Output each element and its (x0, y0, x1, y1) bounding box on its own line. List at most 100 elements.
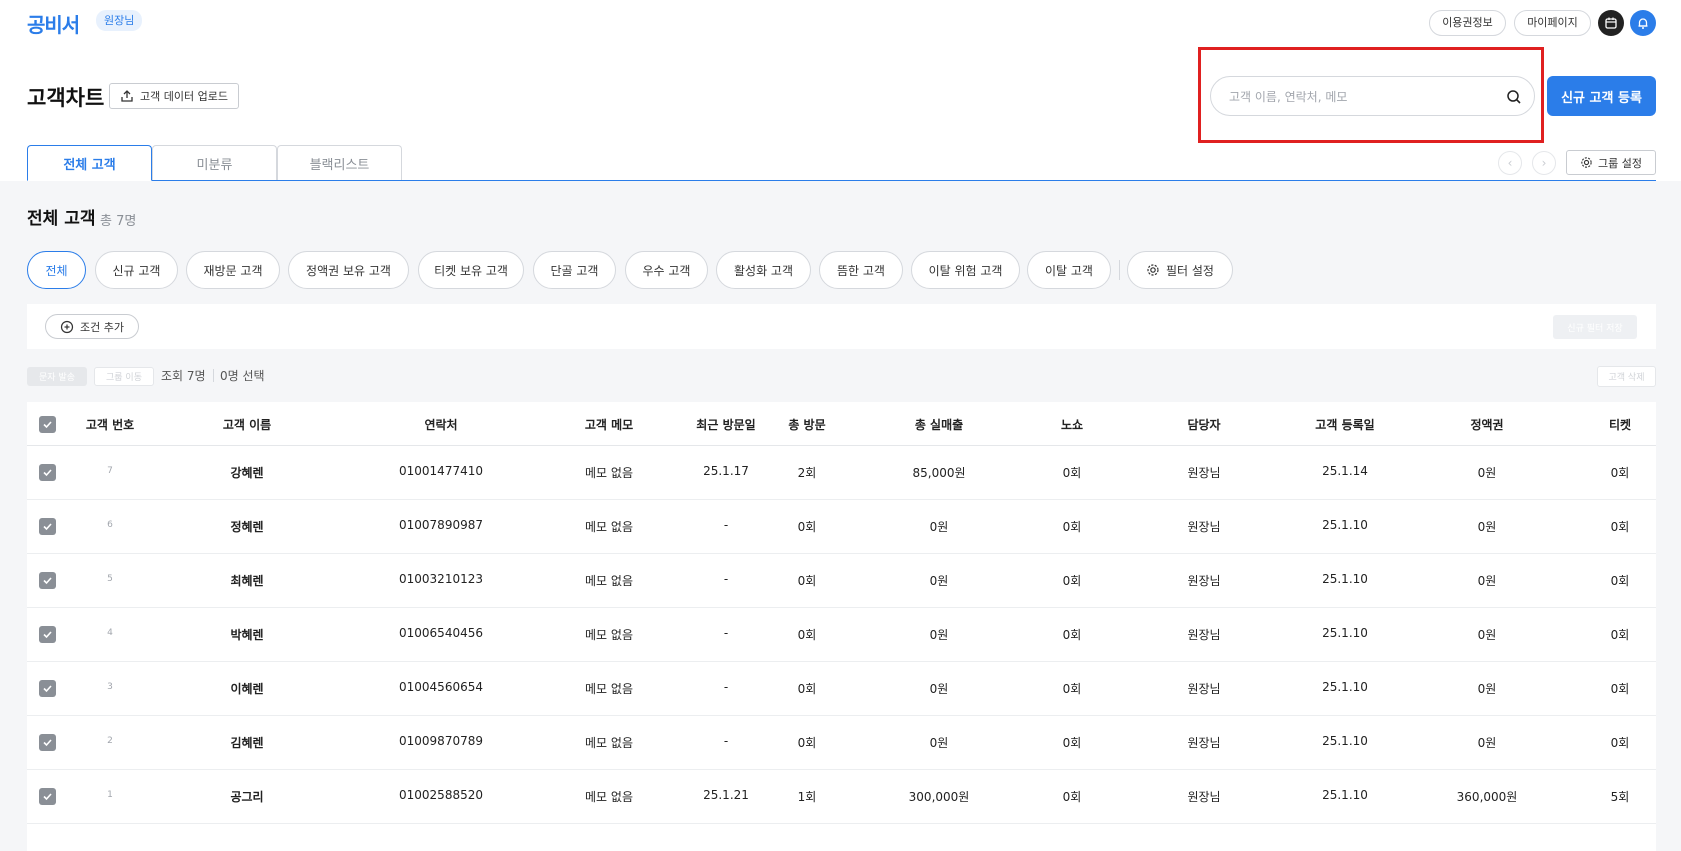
save-filter-button[interactable]: 신규 필터 저장 (1553, 315, 1637, 339)
upload-customer-data-button[interactable]: 고객 데이터 업로드 (109, 83, 239, 109)
chevron-right-icon[interactable]: › (1532, 151, 1556, 175)
row-checkbox[interactable] (39, 626, 56, 643)
app-logo[interactable]: 공비서 (27, 9, 80, 38)
cell-total-sales: 0원 (929, 628, 949, 642)
column-header-registered-date[interactable]: 고객 등록일 (1315, 416, 1374, 433)
column-header-total-sales[interactable]: 총 실매출 (915, 416, 963, 433)
column-header-last-visit[interactable]: 최근 방문일 (696, 416, 755, 433)
column-header-staff[interactable]: 담당자 (1187, 416, 1220, 433)
row-checkbox[interactable] (39, 734, 56, 751)
chevron-left-icon[interactable]: ‹ (1498, 151, 1522, 175)
cell-customer-number: 1 (107, 790, 113, 800)
cell-customer-number: 5 (107, 574, 113, 584)
cell-staff: 원장님 (1187, 574, 1221, 588)
column-header-total-visits[interactable]: 총 방문 (788, 416, 825, 433)
role-badge: 원장님 (96, 10, 143, 31)
table-row[interactable]: 6 정혜렌 01007890987 메모 없음 - 0회 0원 0회 원장님 2… (27, 500, 1656, 554)
cell-contact: 01004560654 (399, 680, 483, 694)
cell-registered-date: 25.1.10 (1322, 518, 1368, 532)
row-checkbox[interactable] (39, 680, 56, 697)
search-input[interactable] (1229, 87, 1499, 107)
cell-customer-name[interactable]: 강혜렌 (230, 464, 263, 481)
cell-customer-name[interactable]: 김혜렌 (230, 734, 263, 751)
tab-all-customers[interactable]: 전체 고객 (27, 145, 152, 181)
filter-chip-new[interactable]: 신규 고객 (95, 251, 178, 289)
move-group-button[interactable]: 그룹 이동 (94, 367, 154, 386)
cell-ticket: 0회 (1610, 628, 1630, 642)
cell-staff: 원장님 (1187, 520, 1221, 534)
add-condition-button[interactable]: 조건 추가 (45, 314, 139, 339)
filter-chip-regular[interactable]: 단골 고객 (533, 251, 616, 289)
column-header-customer-name[interactable]: 고객 이름 (223, 416, 271, 433)
tab-blacklist[interactable]: 블랙리스트 (277, 145, 402, 181)
column-header-ticket[interactable]: 티켓 (1609, 416, 1631, 433)
table-row[interactable]: 7 강혜렌 01001477410 메모 없음 25.1.17 2회 85,00… (27, 446, 1656, 500)
row-checkbox[interactable] (39, 464, 56, 481)
cell-customer-number: 7 (107, 466, 113, 476)
cell-total-sales: 0원 (929, 736, 949, 750)
row-checkbox[interactable] (39, 518, 56, 535)
check-icon (43, 421, 52, 429)
cell-staff: 원장님 (1187, 682, 1221, 696)
cell-customer-name[interactable]: 최혜렌 (230, 572, 263, 589)
check-icon (43, 685, 52, 693)
check-icon (43, 631, 52, 639)
new-customer-button[interactable]: 신규 고객 등록 (1547, 76, 1656, 116)
cell-memo: 메모 없음 (585, 682, 633, 696)
upload-icon (121, 90, 133, 102)
filter-chip-all[interactable]: 전체 (27, 251, 86, 289)
cell-registered-date: 25.1.10 (1322, 734, 1368, 748)
check-icon (43, 793, 52, 801)
cell-customer-name[interactable]: 공그리 (230, 788, 263, 805)
filter-chip-revisit[interactable]: 재방문 고객 (186, 251, 280, 289)
cell-staff: 원장님 (1187, 790, 1221, 804)
filter-chip-vip[interactable]: 우수 고객 (625, 251, 708, 289)
search-box[interactable] (1210, 76, 1535, 116)
column-header-memo[interactable]: 고객 메모 (585, 416, 633, 433)
section-title: 전체 고객 (27, 209, 96, 229)
filter-chip-membership[interactable]: 정액권 보유 고객 (288, 251, 409, 289)
filter-chip-churned[interactable]: 이탈 고객 (1027, 251, 1111, 289)
cell-total-visits: 0회 (797, 574, 817, 588)
cell-ticket: 0회 (1610, 466, 1630, 480)
mypage-button[interactable]: 마이페이지 (1514, 10, 1591, 36)
cell-contact: 01006540456 (399, 626, 483, 640)
column-header-noshow[interactable]: 노쇼 (1061, 416, 1083, 433)
calendar-icon[interactable] (1598, 10, 1624, 36)
filter-chip-ticket[interactable]: 티켓 보유 고객 (418, 251, 524, 289)
row-checkbox[interactable] (39, 788, 56, 805)
table-row[interactable]: 1 공그리 01002588520 메모 없음 25.1.21 1회 300,0… (27, 770, 1656, 824)
check-icon (43, 523, 52, 531)
table-row[interactable]: 3 이혜렌 01004560654 메모 없음 - 0회 0원 0회 원장님 2… (27, 662, 1656, 716)
table-row[interactable]: 4 박혜렌 01006540456 메모 없음 - 0회 0원 0회 원장님 2… (27, 608, 1656, 662)
send-sms-button[interactable]: 문자 발송 (27, 367, 87, 386)
search-icon[interactable] (1504, 87, 1524, 107)
cell-customer-name[interactable]: 박혜렌 (230, 626, 263, 643)
cell-total-visits: 0회 (797, 520, 817, 534)
cell-noshow: 0회 (1062, 682, 1082, 696)
table-row[interactable]: 5 최혜렌 01003210123 메모 없음 - 0회 0원 0회 원장님 2… (27, 554, 1656, 608)
cell-customer-name[interactable]: 이혜렌 (230, 680, 263, 697)
delete-customer-button[interactable]: 고객 삭제 (1597, 366, 1656, 387)
cell-registered-date: 25.1.10 (1322, 626, 1368, 640)
tab-unclassified[interactable]: 미분류 (152, 145, 277, 181)
column-header-customer-number[interactable]: 고객 번호 (86, 416, 134, 433)
cell-contact: 01001477410 (399, 464, 483, 478)
select-all-checkbox[interactable] (39, 416, 56, 433)
bell-icon[interactable] (1630, 10, 1656, 36)
filter-chip-active[interactable]: 활성화 고객 (716, 251, 811, 289)
filter-chip-infrequent[interactable]: 뜸한 고객 (819, 251, 903, 289)
row-checkbox[interactable] (39, 572, 56, 589)
cell-customer-name[interactable]: 정혜렌 (230, 518, 263, 535)
subscription-info-button[interactable]: 이용권정보 (1429, 10, 1506, 36)
customer-count: 총 7명 (100, 214, 137, 229)
column-header-membership[interactable]: 정액권 (1470, 416, 1503, 433)
filter-settings-button[interactable]: 필터 설정 (1127, 251, 1233, 289)
cell-memo: 메모 없음 (585, 790, 633, 804)
table-row[interactable]: 2 김혜렌 01009870789 메모 없음 - 0회 0원 0회 원장님 2… (27, 716, 1656, 770)
column-header-contact[interactable]: 연락처 (424, 416, 457, 433)
group-settings-button[interactable]: 그룹 설정 (1566, 150, 1656, 175)
filter-chip-churn-risk[interactable]: 이탈 위험 고객 (911, 251, 1020, 289)
cell-contact: 01003210123 (399, 572, 483, 586)
cell-membership: 0원 (1477, 628, 1497, 642)
